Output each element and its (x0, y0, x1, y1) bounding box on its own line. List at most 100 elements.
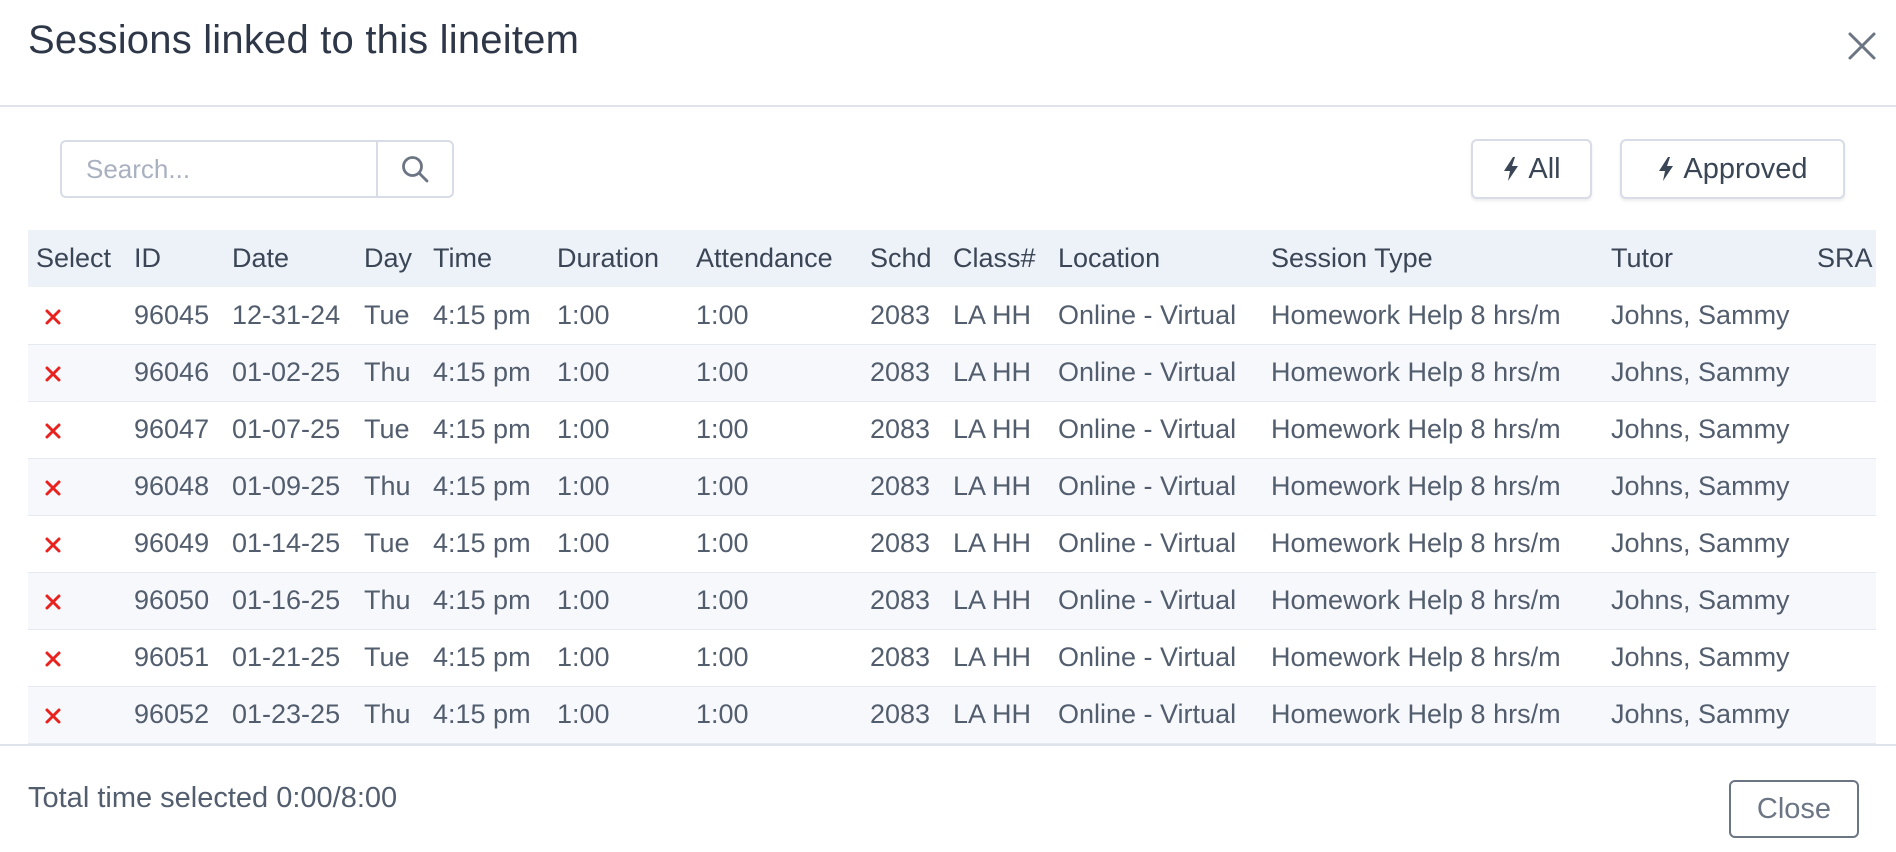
modal-title: Sessions linked to this lineitem (28, 18, 580, 62)
cell-location: Online - Virtual (1058, 299, 1237, 330)
lightning-icon (1659, 157, 1674, 181)
search-input[interactable] (60, 140, 376, 198)
cell-class: LA HH (953, 642, 1032, 672)
cell-tutor: Johns, Sammy (1611, 642, 1790, 672)
search-button[interactable] (376, 140, 454, 198)
cell-schd: 2083 (870, 414, 931, 444)
cell-session-type: Homework Help 8 hrs/m (1271, 414, 1561, 444)
modal-footer: Total time selected 0:00/8:00 Close (0, 744, 1896, 852)
cell-tutor: Johns, Sammy (1611, 528, 1790, 558)
x-mark-icon[interactable] (44, 422, 62, 440)
cell-id: 96045 (134, 299, 210, 330)
column-header-select[interactable]: Select (28, 230, 126, 287)
cell-sra (1809, 629, 1876, 686)
cell-time: 4:15 pm (433, 471, 531, 501)
cell-day: Thu (364, 699, 411, 729)
x-mark-icon[interactable] (44, 536, 62, 554)
cell-class: LA HH (953, 699, 1032, 729)
column-header-time[interactable]: Time (425, 230, 549, 287)
cell-date: 01-07-25 (232, 414, 341, 444)
select-cell (28, 458, 126, 515)
cell-date: 01-02-25 (232, 357, 341, 387)
search-icon (402, 156, 429, 183)
cell-id: 96051 (134, 642, 210, 672)
x-mark-icon[interactable] (44, 707, 62, 725)
column-header-session-type[interactable]: Session Type (1263, 230, 1603, 287)
x-mark-icon[interactable] (44, 365, 62, 383)
cell-schd: 2083 (870, 299, 931, 330)
column-header-location[interactable]: Location (1050, 230, 1263, 287)
cell-location: Online - Virtual (1058, 528, 1237, 558)
close-button[interactable]: Close (1729, 780, 1859, 838)
cell-duration: 1:00 (557, 299, 610, 330)
table-row[interactable]: 96051 01-21-25 Tue 4:15 pm 1:00 1:00 2083 LA HH… (28, 629, 1876, 686)
table-row[interactable]: 96046 01-02-25 Thu 4:15 pm 1:00 1:00 2083 LA HH… (28, 344, 1876, 401)
search-group (60, 140, 454, 198)
cell-day: Thu (364, 585, 411, 615)
select-cell (28, 287, 126, 344)
cell-sra (1809, 344, 1876, 401)
table-row[interactable]: 96050 01-16-25 Thu 4:15 pm 1:00 1:00 2083 LA HH… (28, 572, 1876, 629)
table-header-row: Select ID Date Day Time Duration Attendance Sch… (28, 230, 1876, 287)
cell-day: Tue (364, 299, 410, 330)
select-cell (28, 401, 126, 458)
select-cell (28, 344, 126, 401)
cell-session-type: Homework Help 8 hrs/m (1271, 699, 1561, 729)
cell-schd: 2083 (870, 471, 931, 501)
cell-session-type: Homework Help 8 hrs/m (1271, 357, 1561, 387)
table-row[interactable]: 96048 01-09-25 Thu 4:15 pm 1:00 1:00 2083 LA HH… (28, 458, 1876, 515)
cell-duration: 1:00 (557, 357, 610, 387)
table-row[interactable]: 96052 01-23-25 Thu 4:15 pm 1:00 1:00 2083 LA HH… (28, 686, 1876, 743)
table-body: 96045 12-31-24 Tue 4:15 pm 1:00 1:00 2083 LA HH… (28, 287, 1876, 743)
cell-class: LA HH (953, 471, 1032, 501)
close-icon[interactable] (1844, 28, 1880, 64)
cell-schd: 2083 (870, 699, 931, 729)
column-header-tutor[interactable]: Tutor (1603, 230, 1809, 287)
column-header-duration[interactable]: Duration (549, 230, 688, 287)
cell-attendance: 1:00 (696, 528, 749, 558)
filter-approved-button[interactable]: Approved (1620, 139, 1845, 199)
column-header-date[interactable]: Date (224, 230, 356, 287)
cell-time: 4:15 pm (433, 357, 531, 387)
column-header-day[interactable]: Day (356, 230, 425, 287)
cell-duration: 1:00 (557, 471, 610, 501)
x-mark-icon[interactable] (44, 308, 62, 326)
cell-class: LA HH (953, 299, 1032, 330)
total-time-selected: Total time selected 0:00/8:00 (28, 782, 398, 814)
cell-date: 01-23-25 (232, 699, 341, 729)
cell-location: Online - Virtual (1058, 471, 1237, 501)
cell-session-type: Homework Help 8 hrs/m (1271, 642, 1561, 672)
cell-duration: 1:00 (557, 414, 610, 444)
cell-schd: 2083 (870, 357, 931, 387)
sessions-table-container: Select ID Date Day Time Duration Attendance Sch… (28, 230, 1876, 744)
filter-all-button[interactable]: All (1471, 139, 1592, 199)
x-mark-icon[interactable] (44, 593, 62, 611)
cell-time: 4:15 pm (433, 414, 531, 444)
column-header-class[interactable]: Class# (945, 230, 1050, 287)
column-header-id[interactable]: ID (126, 230, 224, 287)
cell-location: Online - Virtual (1058, 414, 1237, 444)
cell-attendance: 1:00 (696, 699, 749, 729)
column-header-sra[interactable]: SRA (1809, 230, 1876, 287)
column-header-schd[interactable]: Schd (862, 230, 945, 287)
cell-tutor: Johns, Sammy (1611, 357, 1790, 387)
cell-schd: 2083 (870, 585, 931, 615)
x-mark-icon[interactable] (44, 650, 62, 668)
cell-session-type: Homework Help 8 hrs/m (1271, 299, 1561, 330)
cell-tutor: Johns, Sammy (1611, 585, 1790, 615)
cell-day: Tue (364, 414, 410, 444)
cell-location: Online - Virtual (1058, 585, 1237, 615)
column-header-attendance[interactable]: Attendance (688, 230, 862, 287)
cell-location: Online - Virtual (1058, 699, 1237, 729)
table-row[interactable]: 96045 12-31-24 Tue 4:15 pm 1:00 1:00 2083 LA HH… (28, 287, 1876, 344)
cell-tutor: Johns, Sammy (1611, 414, 1790, 444)
cell-attendance: 1:00 (696, 642, 749, 672)
cell-attendance: 1:00 (696, 414, 749, 444)
cell-class: LA HH (953, 585, 1032, 615)
x-mark-icon[interactable] (44, 479, 62, 497)
table-row[interactable]: 96047 01-07-25 Tue 4:15 pm 1:00 1:00 2083 LA HH… (28, 401, 1876, 458)
table-row[interactable]: 96049 01-14-25 Tue 4:15 pm 1:00 1:00 2083 LA HH… (28, 515, 1876, 572)
cell-id: 96049 (134, 528, 210, 558)
cell-date: 01-16-25 (232, 585, 341, 615)
cell-tutor: Johns, Sammy (1611, 299, 1790, 330)
